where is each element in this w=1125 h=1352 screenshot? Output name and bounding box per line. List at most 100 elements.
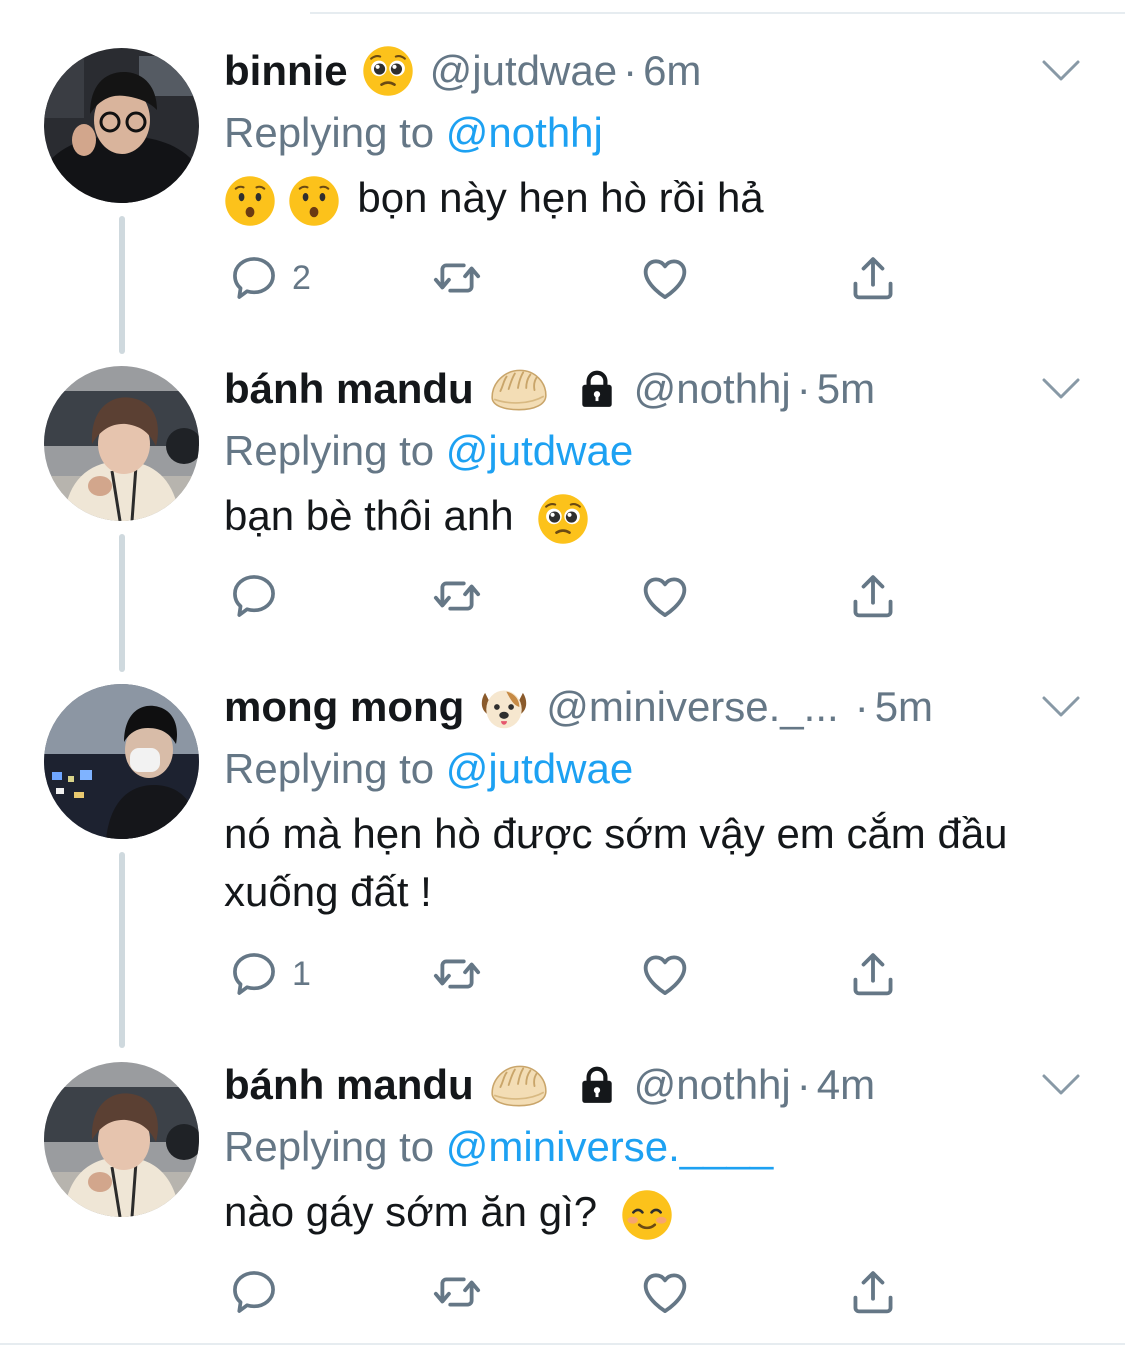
- replying-label: Replying to: [224, 109, 435, 156]
- tweet-text-content: nào gáy sớm ăn gì?: [224, 1188, 598, 1235]
- user-handle[interactable]: @nothhj: [634, 362, 791, 416]
- separator-dot: ·: [796, 1061, 811, 1108]
- tweet-body: binnie @jutdwae · 6m Replying to @nothhj…: [224, 44, 1085, 227]
- reply-button[interactable]: 1: [228, 948, 311, 1000]
- retweet-icon: [430, 251, 484, 305]
- tweet-text-content: bạn bè thôi anh: [224, 492, 514, 539]
- replying-to: Replying to @miniverse.____: [224, 1117, 1085, 1177]
- replying-to: Replying to @jutdwae: [224, 739, 1085, 799]
- timestamp[interactable]: 5m: [817, 362, 875, 416]
- tweet-body: bánh mandu @nothhj · 5m Replying to @jut…: [224, 362, 1085, 545]
- avatar[interactable]: [44, 48, 199, 203]
- lock-icon: [576, 368, 618, 410]
- retweet-icon: [430, 1265, 484, 1319]
- replying-label: Replying to: [224, 745, 435, 792]
- tweet-text: nó mà hẹn hò được sớm vậy em cắm đầu xuố…: [224, 805, 1014, 921]
- share-button[interactable]: [846, 252, 900, 304]
- like-button[interactable]: [638, 948, 692, 1000]
- tweet-text: bọn này hẹn hò rồi hả: [224, 169, 1085, 227]
- tweet-text: nào gáy sớm ăn gì?: [224, 1183, 1085, 1241]
- timestamp[interactable]: 5m: [875, 680, 933, 734]
- avatar[interactable]: [44, 366, 199, 521]
- replying-to: Replying to @nothhj: [224, 103, 1085, 163]
- share-icon: [846, 947, 900, 1001]
- tweet-text-content: bọn này hẹn hò rồi hả: [357, 174, 764, 221]
- bottom-divider: [0, 1343, 1125, 1345]
- retweet-button[interactable]: [430, 570, 484, 622]
- display-name[interactable]: bánh mandu: [224, 362, 474, 416]
- share-icon: [846, 1265, 900, 1319]
- share-icon: [846, 569, 900, 623]
- replying-to: Replying to @jutdwae: [224, 421, 1085, 481]
- share-button[interactable]: [846, 1266, 900, 1318]
- retweet-button[interactable]: [430, 1266, 484, 1318]
- hushed-face-icon: [288, 175, 340, 227]
- action-bar: [228, 1266, 908, 1318]
- retweet-icon: [430, 569, 484, 623]
- avatar[interactable]: [44, 1062, 199, 1217]
- separator-dot: ·: [623, 47, 638, 94]
- tweet-header: bánh mandu @nothhj · 5m: [224, 362, 1085, 416]
- user-handle[interactable]: @miniverse._...: [546, 680, 838, 734]
- retweet-button[interactable]: [430, 948, 484, 1000]
- like-button[interactable]: [638, 252, 692, 304]
- dumpling-icon: [488, 365, 550, 413]
- tweet-header: bánh mandu @nothhj · 4m: [224, 1058, 1085, 1112]
- reply-button[interactable]: [228, 570, 292, 622]
- replying-label: Replying to: [224, 1123, 435, 1170]
- tweet-header: mong mong @miniverse._... · 5m: [224, 680, 1085, 734]
- timestamp[interactable]: 6m: [643, 44, 701, 98]
- tweet-text: bạn bè thôi anh: [224, 487, 1085, 545]
- reply-count: 2: [292, 258, 311, 297]
- share-button[interactable]: [846, 570, 900, 622]
- avatar[interactable]: [44, 684, 199, 839]
- timestamp[interactable]: 4m: [817, 1058, 875, 1112]
- mention-link[interactable]: @nothhj: [446, 109, 603, 156]
- like-icon: [638, 947, 692, 1001]
- like-icon: [638, 251, 692, 305]
- action-bar: 1: [228, 948, 908, 1000]
- dumpling-icon: [488, 1061, 550, 1109]
- replying-label: Replying to: [224, 427, 435, 474]
- mention-link[interactable]: @jutdwae: [446, 745, 633, 792]
- mention-link[interactable]: @miniverse.____: [446, 1123, 773, 1170]
- like-button[interactable]: [638, 1266, 692, 1318]
- reply-count: 1: [292, 954, 311, 993]
- reply-button[interactable]: 2: [228, 252, 311, 304]
- like-icon: [638, 569, 692, 623]
- action-bar: 2: [228, 252, 908, 304]
- reply-icon: [228, 570, 280, 622]
- user-handle[interactable]: @jutdwae: [430, 44, 617, 98]
- pleading-face-icon: [537, 493, 589, 545]
- lock-icon: [576, 1064, 618, 1106]
- thread-line: [119, 216, 125, 354]
- display-name[interactable]: bánh mandu: [224, 1058, 474, 1112]
- share-button[interactable]: [846, 948, 900, 1000]
- user-handle[interactable]: @nothhj: [634, 1058, 791, 1112]
- smiling-face-icon: [621, 1189, 673, 1241]
- display-name[interactable]: binnie: [224, 44, 348, 98]
- retweet-button[interactable]: [430, 252, 484, 304]
- separator-dot: ·: [796, 365, 811, 412]
- like-button[interactable]: [638, 570, 692, 622]
- reply-icon: [228, 1266, 280, 1318]
- reply-button[interactable]: [228, 1266, 292, 1318]
- like-icon: [638, 1265, 692, 1319]
- separator-dot: ·: [854, 683, 869, 730]
- hushed-face-icon: [224, 175, 276, 227]
- thread-line: [119, 852, 125, 1048]
- tweet-text-content: nó mà hẹn hò được sớm vậy em cắm đầu xuố…: [224, 810, 1008, 915]
- mention-link[interactable]: @jutdwae: [446, 427, 633, 474]
- reply-icon: [228, 948, 280, 1000]
- tweet-body: bánh mandu @nothhj · 4m Replying to @min…: [224, 1058, 1085, 1241]
- top-divider: [310, 12, 1125, 14]
- reply-icon: [228, 252, 280, 304]
- display-name[interactable]: mong mong: [224, 680, 464, 734]
- thread-line: [119, 534, 125, 672]
- share-icon: [846, 251, 900, 305]
- dog-face-icon: [478, 681, 530, 733]
- pleading-face-icon: [362, 45, 414, 97]
- retweet-icon: [430, 947, 484, 1001]
- tweet-body: mong mong @miniverse._... · 5m Replying …: [224, 680, 1085, 921]
- action-bar: [228, 570, 908, 622]
